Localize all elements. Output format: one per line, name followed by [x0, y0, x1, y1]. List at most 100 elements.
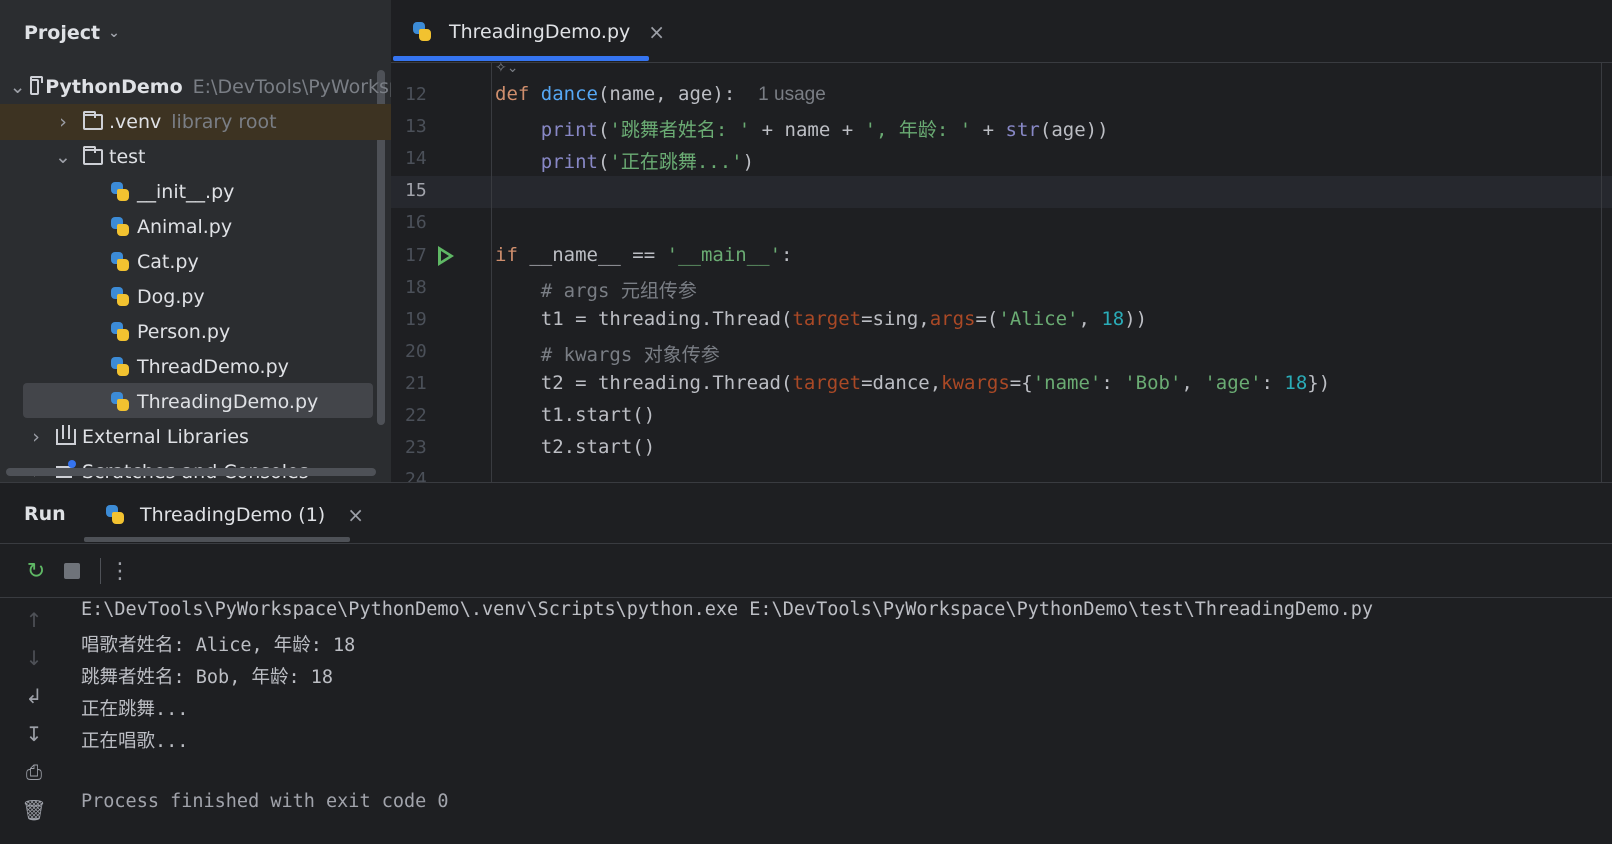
scroll-to-end-icon[interactable]: ↧	[20, 720, 48, 748]
tree-item-label: __init__.py	[137, 181, 235, 203]
line-number-current: 15	[405, 180, 427, 201]
code-line-20[interactable]: # kwargs 对象传参	[495, 340, 720, 367]
active-tab-indicator	[393, 56, 649, 61]
tree-item-label: ThreadingDemo.py	[137, 391, 319, 413]
line-number: 12	[405, 84, 427, 105]
code-token: t2 = threading.Thread(	[540, 372, 793, 394]
code-line-14[interactable]: print('正在跳舞...')	[495, 147, 754, 174]
python-file-icon	[109, 181, 131, 203]
libraries-icon	[56, 425, 76, 445]
code-token: ={	[1009, 372, 1033, 394]
console-output-line: 跳舞者姓名: Bob, 年龄: 18	[81, 667, 334, 688]
code-line-23[interactable]: t2.start()	[495, 436, 655, 458]
code-token: 'age'	[1204, 372, 1262, 394]
project-panel: Project ⌄ ⌄ PythonDemo E:\DevTools\PyWor…	[0, 0, 401, 496]
tree-item-path: E:\DevTools\PyWorksp	[192, 76, 401, 98]
tree-item-venv[interactable]: › .venv library root	[0, 104, 401, 140]
tree-item-threadingdemo-py[interactable]: ThreadingDemo.py	[0, 384, 401, 420]
tree-item-animal-py[interactable]: Animal.py	[0, 209, 401, 245]
run-side-toolbar: ↑ ↓ ↲ ↧ ⎙ 🗑	[0, 596, 66, 844]
python-file-icon	[109, 251, 131, 273]
rerun-icon[interactable]: ↻	[22, 557, 50, 585]
code-token: =dance,	[861, 372, 942, 394]
tree-item-test[interactable]: ⌄ test	[0, 139, 401, 175]
run-tab-label: ThreadingDemo (1)	[140, 504, 326, 526]
python-file-icon	[411, 21, 433, 43]
close-icon[interactable]: ×	[347, 503, 364, 527]
run-toolbar: ↻ ⋮	[0, 543, 1612, 598]
line-number: 21	[405, 373, 427, 394]
console-output-line: 正在唱歌...	[81, 731, 189, 752]
more-options-icon[interactable]: ⋮	[106, 557, 134, 585]
trash-icon[interactable]: 🗑	[20, 796, 48, 824]
tree-item-label: Animal.py	[137, 216, 233, 238]
code-token: (name, age):	[597, 83, 736, 105]
code-line-12[interactable]: def dance(name, age): 1 usage	[495, 83, 826, 106]
chevron-right-icon[interactable]: ›	[28, 426, 44, 448]
code-line-13[interactable]: print('跳舞者姓名: ' + name + ', 年龄: ' + str(…	[495, 115, 1109, 142]
tree-item-threaddemo-py[interactable]: ThreadDemo.py	[0, 349, 401, 385]
python-file-icon	[109, 391, 131, 413]
code-token: kwargs	[941, 372, 1010, 394]
code-token: target	[792, 372, 862, 394]
print-icon[interactable]: ⎙	[20, 758, 48, 786]
python-run-icon	[104, 504, 126, 526]
code-line-17[interactable]: if __name__ == '__main__':	[495, 244, 792, 266]
tree-item-person-py[interactable]: Person.py	[0, 314, 401, 350]
python-file-icon	[109, 356, 131, 378]
code-token: =(	[975, 308, 999, 330]
code-token: str	[1005, 119, 1040, 141]
tab-threadingdemo-py[interactable]: ThreadingDemo.py ×	[411, 18, 665, 46]
console-exit-line: Process finished with exit code 0	[81, 791, 449, 812]
arrow-up-icon[interactable]: ↑	[20, 606, 48, 634]
stop-button[interactable]	[58, 557, 86, 585]
run-gutter-icon-inner	[441, 251, 449, 261]
editor-scrollbar[interactable]	[1601, 62, 1602, 496]
code-token: ,	[1181, 372, 1205, 394]
tab-label: ThreadingDemo.py	[449, 21, 631, 43]
chevron-down-icon[interactable]: ⌄	[10, 76, 26, 98]
tree-item-label: PythonDemo	[45, 76, 183, 98]
tree-item-dog-py[interactable]: Dog.py	[0, 279, 401, 315]
tree-item-cat-py[interactable]: Cat.py	[0, 244, 401, 280]
code-token: ,	[1078, 308, 1102, 330]
tree-item-label: Cat.py	[137, 251, 199, 273]
editor-tab-bar: ThreadingDemo.py ×	[391, 0, 1612, 63]
code-token: :	[1261, 372, 1285, 394]
code-token: '跳舞者姓名: '	[609, 119, 751, 141]
project-view-selector[interactable]: Project ⌄	[24, 20, 120, 46]
project-horizontal-scrollbar[interactable]	[6, 468, 376, 476]
editor-panel: ThreadingDemo.py × ✧⌄ 12 13 14 15 16 17 …	[391, 0, 1612, 496]
code-token: =sing,	[861, 308, 930, 330]
code-token: 'Bob'	[1124, 372, 1182, 394]
chevron-right-icon[interactable]: ›	[55, 111, 71, 133]
code-token: t1 = threading.Thread(	[540, 308, 793, 330]
code-token: (age))	[1039, 119, 1109, 141]
code-token: +	[971, 119, 1006, 141]
chevron-down-icon[interactable]: ⌄	[55, 146, 71, 168]
code-line-19[interactable]: t1 = threading.Thread(target=sing,args=(…	[495, 308, 1147, 330]
tree-item-init-py[interactable]: __init__.py	[0, 174, 401, 210]
tree-item-external-libraries[interactable]: › External Libraries	[0, 419, 401, 455]
folder-icon	[83, 111, 103, 130]
chevron-down-icon: ⌄	[108, 25, 120, 41]
arrow-down-icon[interactable]: ↓	[20, 644, 48, 672]
ai-suggestion-icon[interactable]: ✧⌄	[495, 60, 518, 76]
code-token: 'Alice'	[998, 308, 1079, 330]
soft-wrap-icon[interactable]: ↲	[20, 682, 48, 710]
tree-item-label: ThreadDemo.py	[137, 356, 289, 378]
close-icon[interactable]: ×	[648, 20, 665, 44]
code-line-21[interactable]: t2 = threading.Thread(target=dance,kwarg…	[495, 372, 1330, 394]
code-token: t2.start()	[540, 436, 656, 458]
console-output-line: 唱歌者姓名: Alice, 年龄: 18	[81, 635, 356, 656]
line-number: 20	[405, 341, 427, 362]
code-line-18[interactable]: # args 元组传参	[495, 276, 697, 303]
usage-hint[interactable]: 1 usage	[758, 84, 826, 105]
code-token: ))	[1124, 308, 1148, 330]
code-line-22[interactable]: t1.start()	[495, 404, 655, 426]
project-header-label: Project	[24, 22, 101, 44]
tree-item-pythondemo[interactable]: ⌄ PythonDemo E:\DevTools\PyWorksp	[0, 69, 401, 105]
code-token: '正在跳舞...'	[609, 151, 743, 173]
python-file-icon	[109, 216, 131, 238]
run-tab-threadingdemo[interactable]: ThreadingDemo (1) ×	[104, 501, 364, 529]
